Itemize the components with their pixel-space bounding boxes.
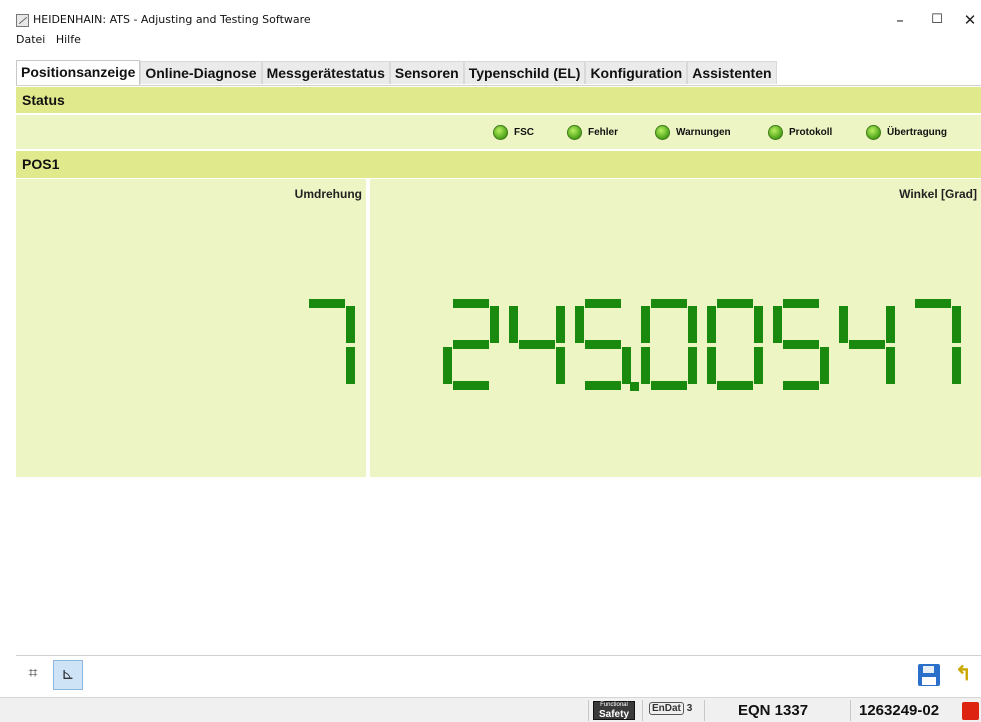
seven-segment-digit (575, 299, 639, 391)
tab-assistenten[interactable]: Assistenten (687, 61, 777, 84)
led-label: Warnungen (676, 126, 731, 138)
bottom-toolbar: ⌗ ⊾ ↰ (16, 655, 981, 693)
status-led-icon (768, 124, 783, 140)
status-led-icon (493, 124, 508, 140)
close-button[interactable]: ✕ (952, 8, 981, 32)
grid-icon[interactable]: ⌗ (18, 660, 48, 690)
status-led-icon (655, 124, 670, 140)
app-icon (16, 14, 29, 27)
tab-bar: Positionsanzeige Online-Diagnose Messger… (16, 60, 777, 85)
angle-value (443, 299, 971, 391)
maximize-button[interactable]: ☐ (919, 8, 955, 32)
status-indicators: FSC Fehler Warnungen Protokoll Übertragu… (16, 115, 981, 149)
led-label: FSC (514, 126, 534, 138)
position-panel: Status FSC Fehler Warnungen Protokoll Üb… (16, 85, 981, 652)
seven-segment-digit (509, 299, 565, 391)
tab-online-diagnose[interactable]: Online-Diagnose (140, 61, 262, 84)
seven-segment-digit (773, 299, 829, 391)
functional-safety-logo: Functional Safety (593, 701, 635, 720)
device-name: EQN 1337 (738, 702, 809, 719)
seven-segment-digit (839, 299, 895, 391)
status-heading: Status (16, 87, 981, 113)
led-label: Protokoll (789, 126, 833, 138)
exit-icon[interactable]: ↰ (951, 660, 981, 690)
tab-typenschild[interactable]: Typenschild (EL) (463, 61, 586, 84)
serial-number: 1263249-02 (859, 702, 940, 719)
status-led-icon (866, 124, 881, 140)
tab-konfiguration[interactable]: Konfiguration (585, 61, 688, 84)
tab-positionsanzeige[interactable]: Positionsanzeige (16, 60, 141, 85)
tab-sensoren[interactable]: Sensoren (389, 61, 464, 84)
revolution-label: Umdrehung (294, 187, 362, 201)
seven-segment-digit (443, 299, 499, 391)
angle-display: Winkel [Grad] (370, 179, 981, 477)
led-fsc: FSC (493, 123, 534, 141)
axis-icon[interactable]: ⊾ (53, 660, 83, 690)
seven-segment-digit (641, 299, 697, 391)
endat-badge: EnDat 3 (649, 702, 692, 715)
minimize-button[interactable]: – (882, 8, 918, 32)
seven-segment-digit (905, 299, 961, 391)
led-label: Übertragung (887, 126, 947, 138)
menu-item-datei[interactable]: Datei (16, 33, 45, 46)
led-protokoll: Protokoll (768, 123, 832, 141)
revolution-display: Umdrehung (16, 179, 368, 477)
led-warnungen: Warnungen (655, 123, 731, 141)
seven-segment-digit (299, 299, 355, 391)
save-icon[interactable] (914, 660, 944, 690)
led-fehler: Fehler (567, 123, 618, 141)
revolution-value (299, 299, 365, 391)
seven-segment-digit (707, 299, 763, 391)
angle-label: Winkel [Grad] (899, 187, 977, 201)
window-title: HEIDENHAIN: ATS - Adjusting and Testing … (33, 13, 311, 26)
menu-bar: Datei Hilfe (16, 33, 88, 51)
led-label: Fehler (588, 126, 619, 138)
position-heading: POS1 (16, 151, 981, 178)
status-led-icon (567, 124, 582, 140)
connection-icon[interactable] (962, 702, 979, 720)
status-bar: Functional Safety EnDat 3 EQN 1337 12632… (0, 697, 981, 722)
menu-item-hilfe[interactable]: Hilfe (56, 33, 81, 46)
title-bar: HEIDENHAIN: ATS - Adjusting and Testing … (0, 0, 981, 32)
tab-messgeraetestatus[interactable]: Messgerätestatus (261, 61, 390, 84)
led-uebertragung: Übertragung (866, 123, 947, 141)
